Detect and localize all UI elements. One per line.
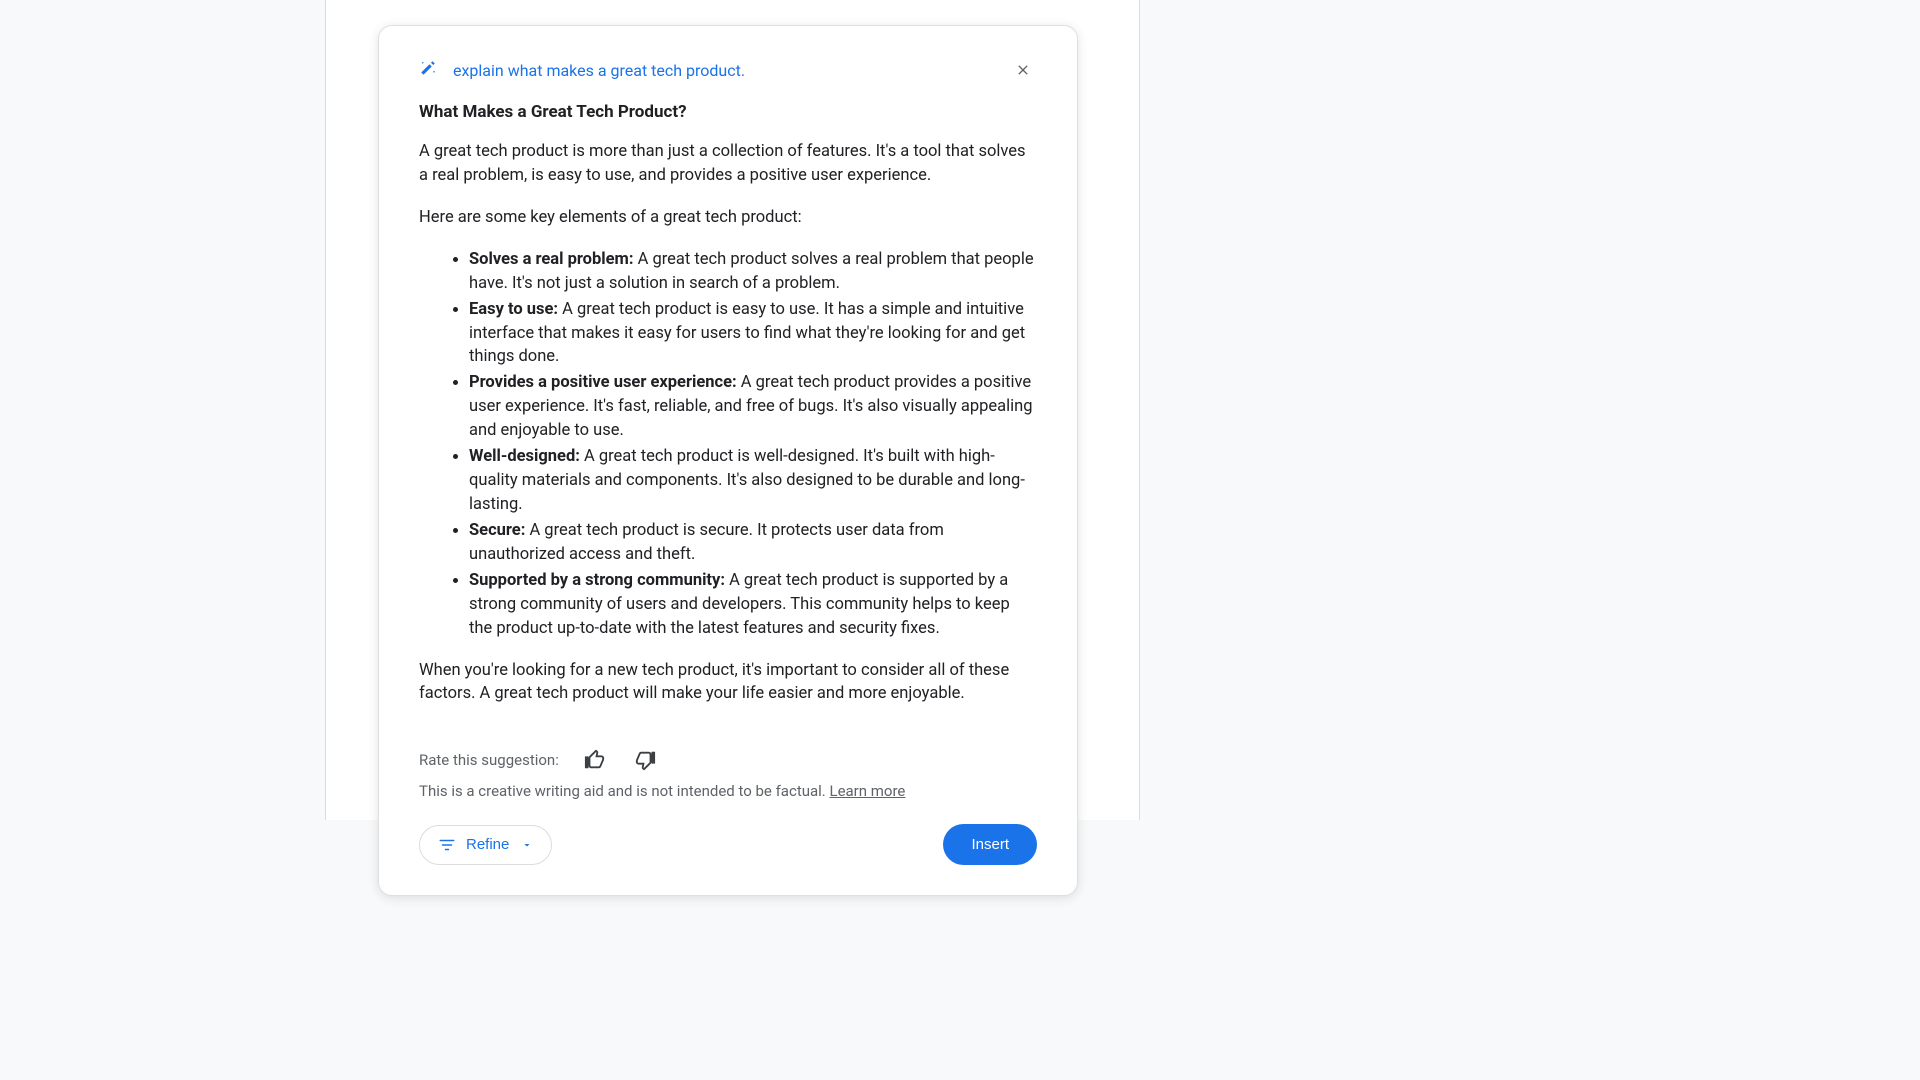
list-item: Supported by a strong community: A great… xyxy=(469,569,1037,641)
thumbs-down-button[interactable] xyxy=(631,746,659,774)
refine-button[interactable]: Refine xyxy=(419,825,552,865)
card-header: explain what makes a great tech product. xyxy=(419,56,1037,84)
content-body: A great tech product is more than just a… xyxy=(419,140,1037,706)
refine-label: Refine xyxy=(466,836,509,853)
list-item: Secure: A great tech product is secure. … xyxy=(469,519,1037,567)
disclaimer-text: This is a creative writing aid and is no… xyxy=(419,782,1037,800)
outro-paragraph: When you're looking for a new tech produ… xyxy=(419,659,1037,707)
thumbs-down-icon xyxy=(634,749,656,771)
list-item: Provides a positive user experience: A g… xyxy=(469,371,1037,443)
content-heading: What Makes a Great Tech Product? xyxy=(419,102,1037,122)
insert-button[interactable]: Insert xyxy=(943,824,1037,865)
close-button[interactable] xyxy=(1009,56,1037,84)
list-item: Easy to use: A great tech product is eas… xyxy=(469,298,1037,370)
rating-row: Rate this suggestion: xyxy=(419,746,1037,774)
prompt-text: explain what makes a great tech product. xyxy=(453,61,993,80)
filter-icon xyxy=(438,836,456,854)
list-item: Solves a real problem: A great tech prod… xyxy=(469,248,1037,296)
close-icon xyxy=(1015,62,1031,78)
thumbs-up-button[interactable] xyxy=(581,746,609,774)
ai-suggestion-card: explain what makes a great tech product.… xyxy=(378,25,1078,896)
learn-more-link[interactable]: Learn more xyxy=(829,782,905,800)
intro-paragraph: A great tech product is more than just a… xyxy=(419,140,1037,188)
rating-label: Rate this suggestion: xyxy=(419,751,559,769)
bullet-list: Solves a real problem: A great tech prod… xyxy=(419,248,1037,641)
actions-row: Refine Insert xyxy=(419,824,1037,865)
chevron-down-icon xyxy=(521,839,533,851)
list-item: Well-designed: A great tech product is w… xyxy=(469,445,1037,517)
thumbs-up-icon xyxy=(584,749,606,771)
leadin-paragraph: Here are some key elements of a great te… xyxy=(419,206,1037,230)
magic-pen-icon xyxy=(419,59,437,81)
